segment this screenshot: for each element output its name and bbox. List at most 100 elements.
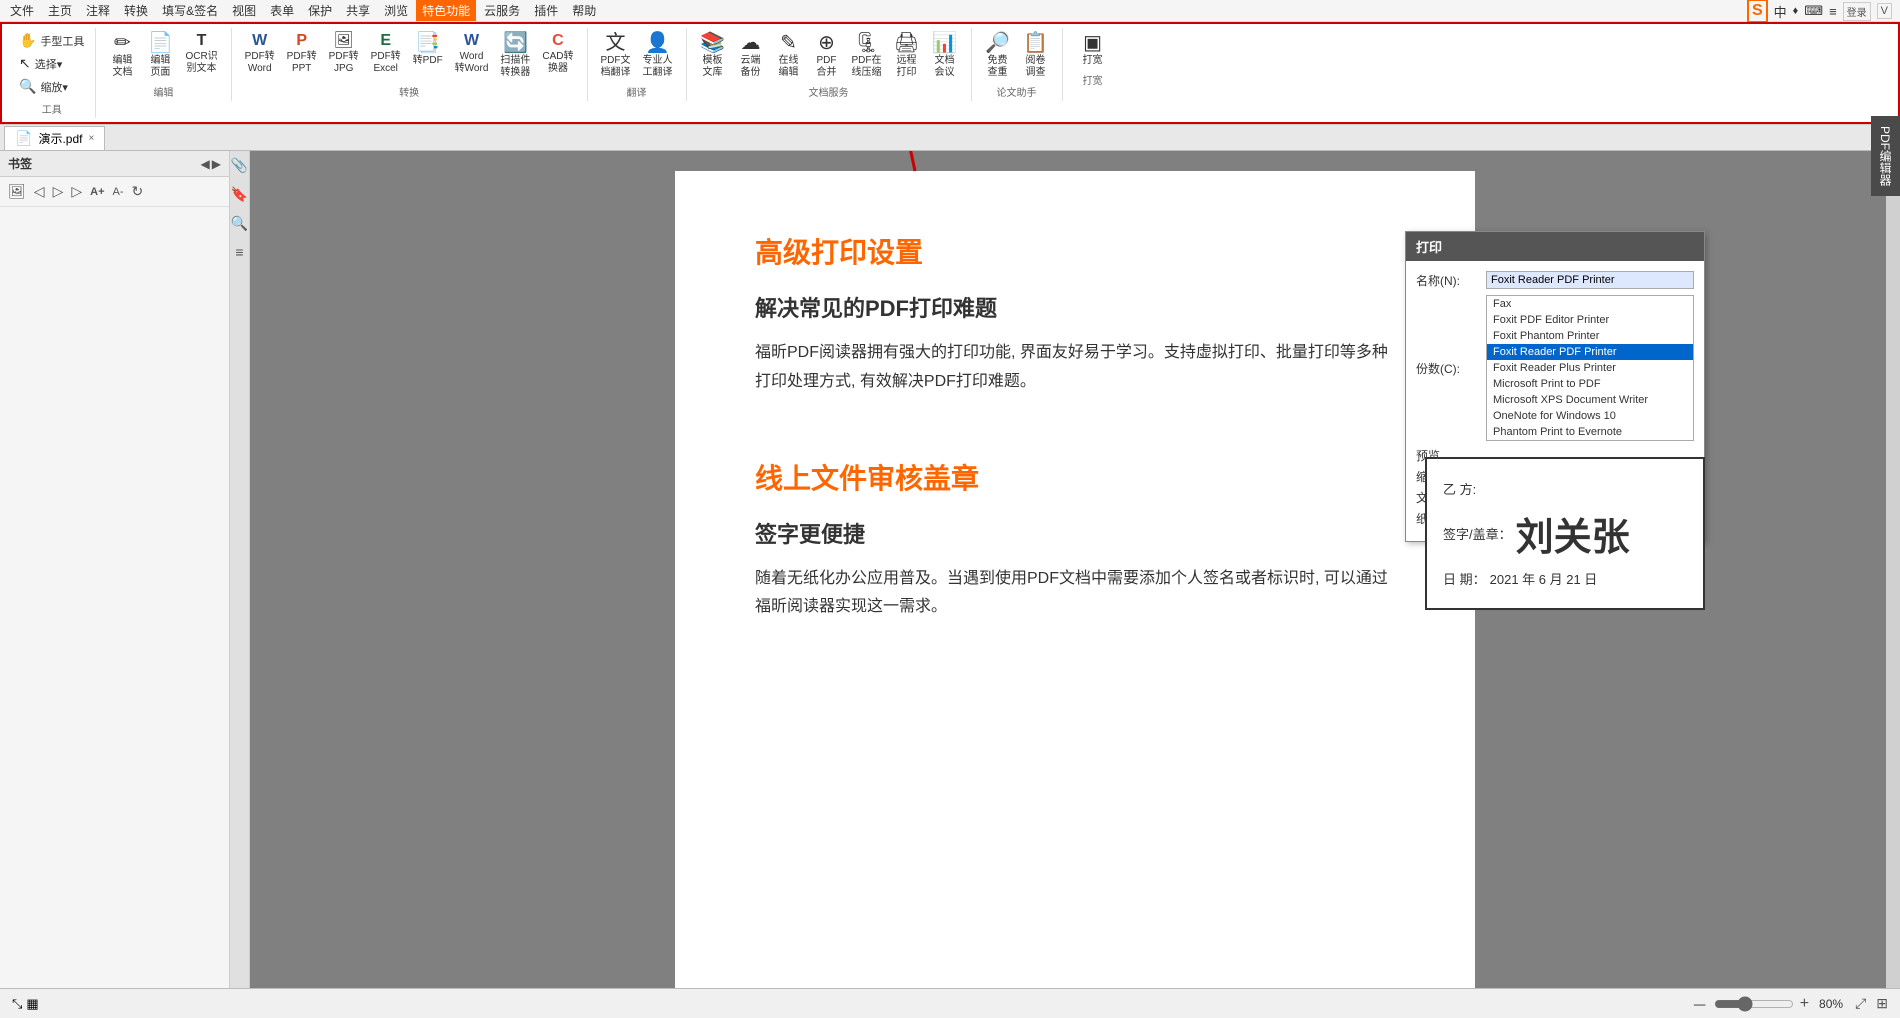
pdf-to-word-btn[interactable]: W PDF转Word: [240, 30, 280, 78]
menu-plugin[interactable]: 插件: [528, 0, 564, 21]
convert-group: W PDF转Word P PDF转PPT 🖼 PDF转JPG E PDF转Exc…: [232, 28, 588, 101]
sidebar-nav: ◀ ▶: [201, 157, 221, 171]
printer-onenote[interactable]: OneNote for Windows 10: [1487, 408, 1693, 424]
zoom-in-btn[interactable]: +: [1800, 995, 1809, 1013]
icon-bar-search[interactable]: 🔍: [229, 213, 250, 234]
printer-list: Fax Foxit PDF Editor Printer Foxit Phant…: [1486, 295, 1694, 441]
menu-annotate[interactable]: 注释: [80, 0, 116, 21]
print-icon: 🖨: [894, 33, 919, 53]
zoom-out-btn[interactable]: －: [1692, 992, 1708, 1016]
pdf-editor-panel-label[interactable]: PDF编辑器: [1871, 151, 1900, 196]
human-translate-btn[interactable]: 👤 专业人工翻译: [638, 30, 678, 82]
edit-page-icon: 📄: [148, 33, 173, 53]
remote-print-btn[interactable]: 🖨 远程打印: [889, 30, 925, 82]
survey-icon: 📋: [1023, 33, 1048, 53]
icon-bar-bookmark[interactable]: 🔖: [229, 184, 250, 205]
chinese-input-icon[interactable]: 中: [1774, 2, 1787, 21]
edit-page-btn[interactable]: 📄 编辑页面: [142, 30, 178, 82]
select-tool-btn[interactable]: ↖ 选择▾: [14, 53, 89, 74]
cad-converter-btn[interactable]: C CAD转换器: [537, 30, 578, 78]
edit-group-label: 编辑: [154, 84, 174, 99]
ribbon-container: 文件 主页 注释 转换 填写&签名 视图 表单 保护 共享 浏览 特色功能 云服…: [0, 0, 1900, 125]
sidebar-font-up-icon[interactable]: A+: [88, 184, 106, 200]
menu-fillsign[interactable]: 填写&签名: [156, 0, 224, 21]
menu-file[interactable]: 文件: [4, 0, 40, 21]
icon-bar-page[interactable]: 📎: [229, 155, 250, 176]
print-wide-btn[interactable]: ▣ 打宽: [1075, 30, 1111, 70]
sidebar-refresh-icon[interactable]: ↻: [130, 181, 146, 202]
sidebar-font-down-icon[interactable]: A-: [111, 184, 126, 200]
printer-foxit-editor[interactable]: Foxit PDF Editor Printer: [1487, 312, 1693, 328]
cloud-backup-btn[interactable]: ☁ 云端备份: [733, 30, 769, 82]
tab-close-btn[interactable]: ×: [88, 133, 94, 144]
menu-protect[interactable]: 保护: [302, 0, 338, 21]
printer-fax[interactable]: Fax: [1487, 296, 1693, 312]
sig-date-row: 日 期： 2021 年 6 月 21 日: [1443, 569, 1687, 588]
sidebar-prev-icon[interactable]: ◁: [32, 181, 47, 202]
bottom-expand-icon[interactable]: ⤡: [12, 996, 22, 1012]
keyboard-icon[interactable]: ⌨: [1804, 3, 1823, 19]
icon-bar-layers[interactable]: ≡: [233, 242, 245, 262]
sidebar-expand-icon[interactable]: ▷: [69, 181, 84, 202]
view-mode-btn[interactable]: ⊞: [1876, 995, 1888, 1012]
sidebar-next-icon[interactable]: ▷: [51, 181, 66, 202]
menu-browse[interactable]: 浏览: [378, 0, 414, 21]
mic-icon[interactable]: ♦: [1793, 5, 1799, 17]
sig-body: 随着无纸化办公应用普及。当遇到使用PDF文档中需要添加个人签名或者标识时, 可以…: [755, 565, 1395, 623]
scan-converter-btn[interactable]: 🔄 扫描件转换器: [495, 30, 535, 82]
pdf-to-ppt-btn[interactable]: P PDF转PPT: [282, 30, 322, 78]
convert-tools: W PDF转Word P PDF转PPT 🖼 PDF转JPG E PDF转Exc…: [240, 30, 579, 82]
printer-ms-pdf[interactable]: Microsoft Print to PDF: [1487, 376, 1693, 392]
sidebar-new-icon[interactable]: 🖼: [6, 181, 28, 202]
ocr-icon: T: [197, 33, 207, 49]
top-right-toolbar: S 中 ♦ ⌨ ≡ 登录 V: [1747, 0, 1892, 22]
printer-ms-xps[interactable]: Microsoft XPS Document Writer: [1487, 392, 1693, 408]
sidebar-nav-right[interactable]: ▶: [212, 157, 221, 171]
zoom-tool-btn[interactable]: 🔍 缩放▾: [14, 76, 89, 97]
menu-special[interactable]: 特色功能: [416, 0, 476, 21]
sogou-icon[interactable]: S: [1747, 0, 1768, 23]
hand-tool-btn[interactable]: ✋ 手型工具: [14, 30, 89, 51]
menu-convert[interactable]: 转换: [118, 0, 154, 21]
printer-foxit-phantom[interactable]: Foxit Phantom Printer: [1487, 328, 1693, 344]
printer-foxit-plus[interactable]: Foxit Reader Plus Printer: [1487, 360, 1693, 376]
online-edit-btn[interactable]: ✎ 在线编辑: [771, 30, 807, 82]
template-library-btn[interactable]: 📚 模板文库: [695, 30, 731, 82]
menu-help[interactable]: 帮助: [566, 0, 602, 21]
ocr-btn[interactable]: T OCR识别文本: [180, 30, 222, 78]
pdf-ppt-icon: P: [296, 33, 307, 49]
pdf-to-jpg-btn[interactable]: 🖼 PDF转JPG: [324, 30, 364, 78]
print-body: 福昕PDF阅读器拥有强大的打印功能, 界面友好易于学习。支持虚拟打印、批量打印等…: [755, 339, 1395, 397]
pdf-merge-btn[interactable]: ⊕ PDF合并: [809, 30, 845, 82]
printer-phantom-evernote[interactable]: Phantom Print to Evernote: [1487, 424, 1693, 440]
pdf-to-excel-btn[interactable]: E PDF转Excel: [366, 30, 406, 78]
tab-bar: 📄 演示.pdf ×: [0, 125, 1900, 151]
to-pdf-btn[interactable]: 📑 转PDF: [408, 30, 448, 70]
free-check-btn[interactable]: 🔎 免费查重: [980, 30, 1016, 82]
pdf-compress-btn[interactable]: 🗜 PDF在线压缩: [847, 30, 887, 82]
pdf-translate-btn[interactable]: 文 PDF文档翻译: [596, 30, 636, 82]
word-to-word-btn[interactable]: W Word转Word: [450, 30, 494, 78]
zoom-input[interactable]: V: [1877, 3, 1892, 19]
menu-view[interactable]: 视图: [226, 0, 262, 21]
menu-cloud[interactable]: 云服务: [478, 0, 526, 21]
pdf-tab[interactable]: 📄 演示.pdf ×: [4, 126, 105, 150]
zoom-slider[interactable]: [1714, 996, 1794, 1012]
edit-doc-btn[interactable]: ✏ 编辑文档: [104, 30, 140, 82]
printer-foxit-reader[interactable]: Foxit Reader PDF Printer: [1487, 344, 1693, 360]
bottom-grid-icon[interactable]: ▦: [26, 996, 38, 1012]
settings-icon[interactable]: ≡: [1829, 4, 1837, 19]
survey-btn[interactable]: 📋 阅卷调查: [1018, 30, 1054, 82]
sidebar-content[interactable]: [0, 207, 229, 988]
menu-share[interactable]: 共享: [340, 0, 376, 21]
doc-meeting-btn[interactable]: 📊 文档会议: [927, 30, 963, 82]
pdf-page: 高级打印设置 解决常见的PDF打印难题 福昕PDF阅读器拥有强大的打印功能, 界…: [675, 171, 1475, 988]
menu-home[interactable]: 主页: [42, 0, 78, 21]
sidebar-nav-left[interactable]: ◀: [201, 157, 210, 171]
menu-form[interactable]: 表单: [264, 0, 300, 21]
content-area[interactable]: 高级打印设置 解决常见的PDF打印难题 福昕PDF阅读器拥有强大的打印功能, 界…: [250, 151, 1900, 988]
fullscreen-btn[interactable]: ⤢: [1855, 995, 1866, 1012]
login-btn[interactable]: 登录: [1843, 2, 1871, 21]
scrollbar[interactable]: [1886, 151, 1900, 988]
print-name-input[interactable]: [1486, 271, 1694, 289]
